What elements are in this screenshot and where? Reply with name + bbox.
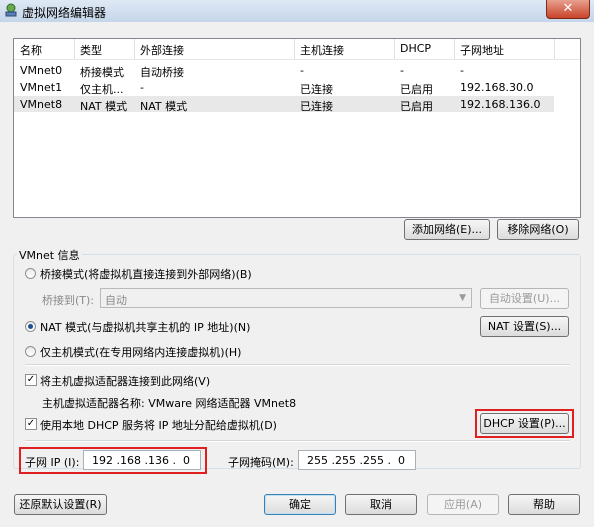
cell-host: 已连接 <box>300 83 333 96</box>
cell-subnet: 192.168.136.0 <box>460 98 541 111</box>
highlight-box <box>19 447 207 474</box>
host-only-mode-radio[interactable] <box>25 346 36 357</box>
dhcp-label: 使用本地 DHCP 服务将 IP 地址分配给虚拟机(D) <box>40 419 277 432</box>
nat-settings-button[interactable]: NAT 设置(S)... <box>480 316 569 337</box>
table-row[interactable]: VMnet0 桥接模式 自动桥接 - - - <box>14 62 554 79</box>
column-separator[interactable] <box>554 39 555 59</box>
restore-defaults-button[interactable]: 还原默认设置(R) <box>14 494 107 515</box>
column-header-subnet[interactable]: 子网地址 <box>460 42 504 58</box>
cell-name: VMnet1 <box>20 81 63 94</box>
bridged-to-value: 自动 <box>105 294 127 307</box>
subnet-mask-value: 255 .255 .255 . 0 <box>307 454 405 467</box>
cell-name: VMnet0 <box>20 64 63 77</box>
cell-host: 已连接 <box>300 100 333 113</box>
title-bar: 虚拟网络编辑器 ✕ <box>0 0 594 23</box>
cell-type: NAT 模式 <box>80 100 128 113</box>
cell-host: - <box>300 64 304 77</box>
separator <box>25 364 570 366</box>
column-separator[interactable] <box>134 39 135 59</box>
dialog-client: 名称 类型 外部连接 主机连接 DHCP 子网地址 VMnet0 桥接模式 自动… <box>0 22 594 527</box>
connect-adapter-checkbox[interactable]: ✓ <box>25 374 37 386</box>
list-header: 名称 类型 外部连接 主机连接 DHCP 子网地址 <box>14 39 580 60</box>
column-header-name[interactable]: 名称 <box>20 42 42 58</box>
apply-button[interactable]: 应用(A) <box>427 494 499 515</box>
close-button[interactable]: ✕ <box>546 0 590 19</box>
bridged-mode-label: 桥接模式(将虚拟机直接连接到外部网络)(B) <box>40 268 252 281</box>
adapter-name-text: 主机虚拟适配器名称: VMware 网络适配器 VMnet8 <box>42 397 297 410</box>
table-row-selected[interactable]: VMnet8 NAT 模式 NAT 模式 已连接 已启用 192.168.136… <box>14 96 554 113</box>
highlight-box <box>475 409 574 438</box>
column-header-type[interactable]: 类型 <box>80 42 102 58</box>
cell-dhcp: - <box>400 64 404 77</box>
window-title: 虚拟网络编辑器 <box>22 6 107 20</box>
column-header-host[interactable]: 主机连接 <box>300 42 344 58</box>
cell-name: VMnet8 <box>20 98 63 111</box>
cell-dhcp: 已启用 <box>400 83 433 96</box>
bridged-mode-radio[interactable] <box>25 268 36 279</box>
cell-type: 桥接模式 <box>80 66 124 79</box>
column-header-dhcp[interactable]: DHCP <box>400 42 431 55</box>
cell-dhcp: 已启用 <box>400 100 433 113</box>
vmnet-info-title: VMnet 信息 <box>17 247 82 263</box>
cell-external: 自动桥接 <box>140 66 184 79</box>
add-network-button[interactable]: 添加网络(E)... <box>404 219 490 240</box>
auto-settings-button[interactable]: 自动设置(U)... <box>480 288 569 309</box>
nat-mode-label: NAT 模式(与虚拟机共享主机的 IP 地址)(N) <box>40 321 251 334</box>
network-editor-icon <box>5 3 17 17</box>
column-separator[interactable] <box>394 39 395 59</box>
separator <box>25 440 570 442</box>
dhcp-checkbox[interactable]: ✓ <box>25 418 37 430</box>
bridged-to-select[interactable]: 自动 ▼ <box>100 288 472 308</box>
cell-subnet: - <box>460 64 464 77</box>
chevron-down-icon: ▼ <box>459 293 466 303</box>
column-header-external[interactable]: 外部连接 <box>140 42 184 58</box>
connect-adapter-label: 将主机虚拟适配器连接到此网络(V) <box>40 375 211 388</box>
subnet-mask-input[interactable]: 255 .255 .255 . 0 <box>298 450 416 470</box>
help-button[interactable]: 帮助 <box>508 494 580 515</box>
host-only-mode-label: 仅主机模式(在专用网络内连接虚拟机)(H) <box>40 346 242 359</box>
column-separator[interactable] <box>294 39 295 59</box>
ok-button[interactable]: 确定 <box>264 494 336 515</box>
bridged-to-label: 桥接到(T): <box>42 294 95 307</box>
cell-external: - <box>140 81 144 94</box>
column-separator[interactable] <box>454 39 455 59</box>
cell-subnet: 192.168.30.0 <box>460 81 534 94</box>
cancel-button[interactable]: 取消 <box>345 494 417 515</box>
cell-external: NAT 模式 <box>140 100 188 113</box>
subnet-mask-label: 子网掩码(M): <box>228 456 294 469</box>
remove-network-button[interactable]: 移除网络(O) <box>497 219 579 240</box>
cell-type: 仅主机... <box>80 83 124 96</box>
table-row[interactable]: VMnet1 仅主机... - 已连接 已启用 192.168.30.0 <box>14 79 554 96</box>
network-list[interactable]: 名称 类型 外部连接 主机连接 DHCP 子网地址 VMnet0 桥接模式 自动… <box>13 38 581 218</box>
nat-mode-radio[interactable] <box>25 321 36 332</box>
column-separator[interactable] <box>74 39 75 59</box>
